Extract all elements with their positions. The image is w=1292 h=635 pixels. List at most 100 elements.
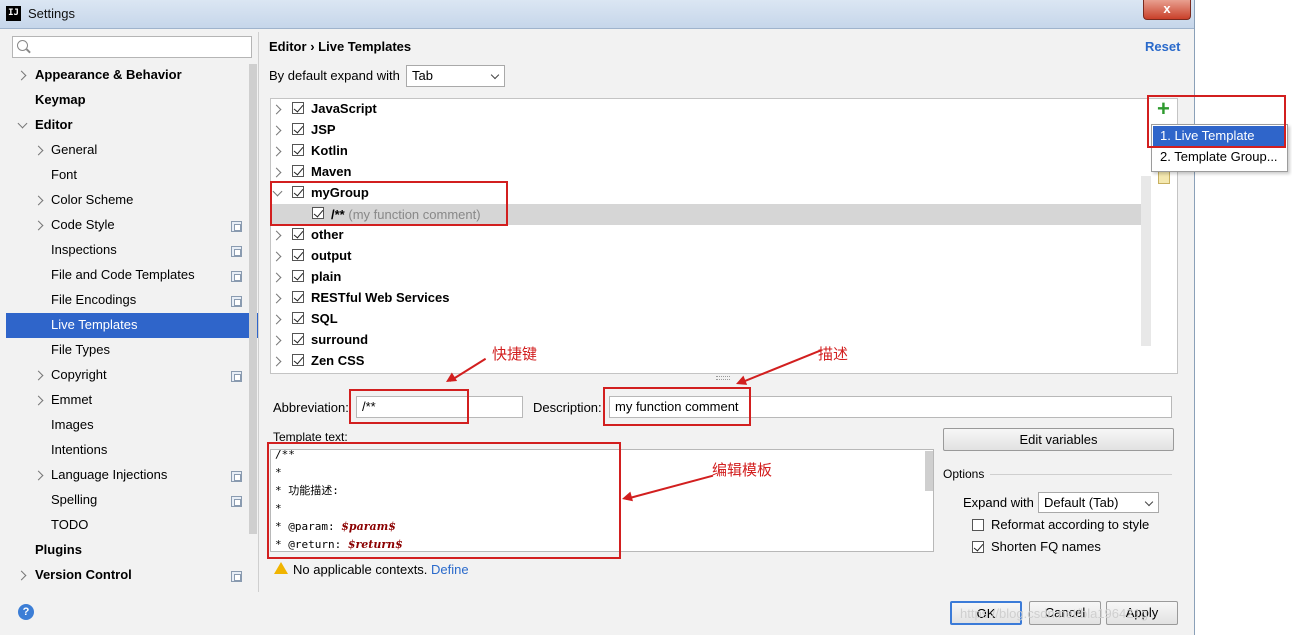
search-icon [17,40,28,51]
annotation-box-description [603,387,751,426]
group-checkbox[interactable] [292,144,304,156]
project-settings-icon [231,371,242,382]
annotation-box-add [1147,95,1286,148]
sidebar-item-keymap[interactable]: Keymap [35,88,86,112]
annotation-box-group [270,181,508,226]
project-settings-icon [231,496,242,507]
sidebar-item-intentions[interactable]: Intentions [51,438,107,462]
shorten-label[interactable]: Shorten FQ names [991,539,1101,554]
options-label: Options [943,467,985,481]
editor-scrollbar[interactable] [925,451,933,491]
project-settings-icon [231,471,242,482]
sidebar-item-spelling[interactable]: Spelling [51,488,97,512]
reformat-checkbox[interactable] [972,519,984,531]
breadcrumb-separator: › [310,39,315,54]
group-output[interactable]: output [311,245,351,266]
watermark-text: https://blog.csdn.net/bla196421g [960,606,1148,621]
sidebar-item-version-control[interactable]: Version Control [35,563,132,587]
pane-divider[interactable] [258,32,259,592]
sidebar-scrollbar[interactable] [249,64,257,534]
chevron-down-icon [1144,497,1154,507]
sidebar-item-todo[interactable]: TODO [51,513,88,537]
annotation-edit-template: 编辑模板 [712,462,773,479]
sidebar-item-general[interactable]: General [51,138,97,162]
description-label: Description: [533,400,602,415]
group-checkbox[interactable] [292,312,304,324]
group-checkbox[interactable] [292,123,304,135]
sidebar-item-emmet[interactable]: Emmet [51,388,92,412]
sidebar-item-color-scheme[interactable]: Color Scheme [51,188,133,212]
reset-link[interactable]: Reset [1145,39,1180,54]
menu-item-template-group[interactable]: 2. Template Group... [1153,147,1286,167]
close-button[interactable]: x [1143,0,1191,20]
breadcrumb-current: Live Templates [318,39,412,54]
reformat-label[interactable]: Reformat according to style [991,517,1149,532]
warning-icon [274,562,288,574]
shorten-checkbox[interactable] [972,541,984,553]
splitter-handle[interactable] [716,376,730,380]
group-other[interactable]: other [311,224,344,245]
annotation-box-abbreviation [349,389,469,424]
chevron-down-icon [490,70,500,80]
group-sql[interactable]: SQL [311,308,338,329]
group-checkbox[interactable] [292,102,304,114]
help-icon[interactable]: ? [18,604,34,620]
project-settings-icon [231,271,242,282]
sidebar-item-copyright[interactable]: Copyright [51,363,107,387]
group-checkbox[interactable] [292,228,304,240]
sidebar-item-inspections[interactable]: Inspections [51,238,117,262]
search-input[interactable] [12,36,252,58]
annotation-box-template [267,442,621,559]
group-checkbox[interactable] [292,270,304,282]
sidebar-item-live-templates[interactable]: Live Templates [51,313,137,337]
sidebar-item-plugins[interactable]: Plugins [35,538,82,562]
annotation-description: 描述 [818,346,849,363]
copy-icon[interactable] [1158,170,1170,184]
group-plain[interactable]: plain [311,266,341,287]
group-jsp[interactable]: JSP [311,119,336,140]
group-checkbox[interactable] [292,165,304,177]
group-checkbox[interactable] [292,333,304,345]
expand-label: By default expand with [269,68,400,83]
project-settings-icon [231,221,242,232]
context-warning: No applicable contexts. Define [293,562,469,577]
project-settings-icon [231,246,242,257]
breadcrumb: Editor › Live Templates [269,39,411,54]
sidebar-item-code-style[interactable]: Code Style [51,213,115,237]
annotation-shortcut: 快捷键 [492,346,538,363]
sidebar-item-language-injections[interactable]: Language Injections [51,463,167,487]
context-warning-text: No applicable contexts. [293,562,428,577]
intellij-icon: IJ [6,6,21,21]
sidebar-item-file-code-templates[interactable]: File and Code Templates [51,263,195,287]
sidebar-item-file-encodings[interactable]: File Encodings [51,288,136,312]
project-settings-icon [231,571,242,582]
define-link[interactable]: Define [431,562,469,577]
group-restful[interactable]: RESTful Web Services [311,287,449,308]
group-javascript[interactable]: JavaScript [311,98,377,119]
expand-with-select[interactable]: Default (Tab) [1038,492,1159,513]
expand-value: Tab [412,68,433,83]
divider [990,474,1172,475]
abbreviation-label: Abbreviation: [273,400,349,415]
edit-variables-button[interactable]: Edit variables [943,428,1174,451]
template-list [270,98,1178,374]
group-zen-css[interactable]: Zen CSS [311,350,364,371]
expand-with-value: Default (Tab) [1044,495,1119,510]
group-kotlin[interactable]: Kotlin [311,140,348,161]
breadcrumb-parent: Editor [269,39,307,54]
group-maven[interactable]: Maven [311,161,351,182]
list-scrollbar[interactable] [1141,176,1151,346]
title-bar: IJ Settings x [0,0,1194,29]
sidebar-item-file-types[interactable]: File Types [51,338,110,362]
sidebar-item-editor[interactable]: Editor [35,113,73,137]
window-title: Settings [28,6,75,21]
sidebar-item-font[interactable]: Font [51,163,77,187]
sidebar-item-images[interactable]: Images [51,413,94,437]
group-checkbox[interactable] [292,249,304,261]
group-checkbox[interactable] [292,291,304,303]
group-checkbox[interactable] [292,354,304,366]
expand-select[interactable]: Tab [406,65,505,87]
project-settings-icon [231,296,242,307]
sidebar-item-appearance[interactable]: Appearance & Behavior [35,63,182,87]
group-surround[interactable]: surround [311,329,368,350]
